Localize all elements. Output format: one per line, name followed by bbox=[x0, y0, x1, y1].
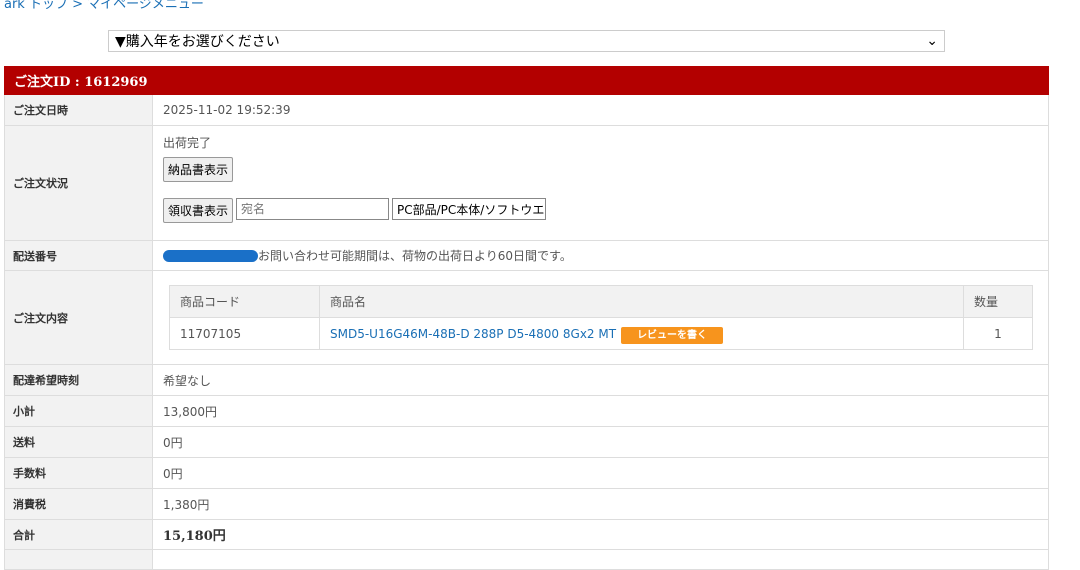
tracking-note: お問い合わせ可能期間は、荷物の出荷日より60日間です。 bbox=[258, 249, 572, 263]
redacted-tracking-number bbox=[163, 249, 258, 262]
delivery-note-button[interactable]: 納品書表示 bbox=[163, 157, 234, 182]
label: 消費税 bbox=[5, 489, 153, 519]
fee: 0円 bbox=[163, 466, 183, 481]
receipt-button[interactable]: 領収書表示 bbox=[163, 198, 234, 223]
table-row: 11707105 SMD5-U16G46M-48B-D 288P D5-4800 … bbox=[169, 317, 1033, 350]
label: 小計 bbox=[5, 396, 153, 426]
select-value: ▼購入年をお選びください bbox=[115, 34, 280, 50]
item-code: 11707105 bbox=[169, 317, 320, 350]
total: 15,180円 bbox=[163, 529, 226, 544]
purchase-year-select[interactable]: ▼購入年をお選びください ⌄ bbox=[108, 30, 945, 52]
addressee-input[interactable] bbox=[236, 198, 390, 220]
items-table: 商品コード 商品名 数量 11707105 SMD5-U16G46M-48B-D 28… bbox=[169, 285, 1033, 350]
breadcrumb[interactable]: ark トップ > マイページメニュー bbox=[4, 0, 204, 12]
order-date: 2025-11-02 19:52:39 bbox=[163, 103, 291, 117]
item-name-link[interactable]: SMD5-U16G46M-48B-D 288P D5-4800 8Gx2 MT bbox=[330, 327, 616, 341]
item-qty: 1 bbox=[963, 317, 1033, 350]
label: 配送番号 bbox=[5, 241, 153, 270]
label: ご注文状況 bbox=[5, 126, 153, 240]
receipt-item-input[interactable]: PC部品/PC本体/ソフトウエ bbox=[392, 198, 547, 220]
label: 合計 bbox=[5, 520, 153, 549]
shipping: 0円 bbox=[163, 435, 183, 450]
order-status: 出荷完了 bbox=[163, 136, 212, 150]
column-header: 商品名 bbox=[319, 285, 964, 318]
column-header: 数量 bbox=[963, 285, 1033, 318]
write-review-button[interactable]: レビューを書く bbox=[621, 327, 724, 344]
label: 配達希望時刻 bbox=[5, 365, 153, 395]
label: 送料 bbox=[5, 427, 153, 457]
tax: 1,380円 bbox=[163, 497, 210, 512]
delivery-time: 希望なし bbox=[163, 373, 212, 388]
subtotal: 13,800円 bbox=[163, 404, 217, 419]
label: 手数料 bbox=[5, 458, 153, 488]
order-id-header: ご注文ID : 1612969 bbox=[4, 66, 1049, 95]
column-header: 商品コード bbox=[169, 285, 320, 318]
order-table: ご注文ID : 1612969 ご注文日時 2025-11-02 19:52:39… bbox=[4, 66, 1049, 570]
chevron-down-icon: ⌄ bbox=[926, 33, 938, 49]
label: ご注文内容 bbox=[5, 271, 153, 364]
label: ご注文日時 bbox=[5, 95, 153, 125]
